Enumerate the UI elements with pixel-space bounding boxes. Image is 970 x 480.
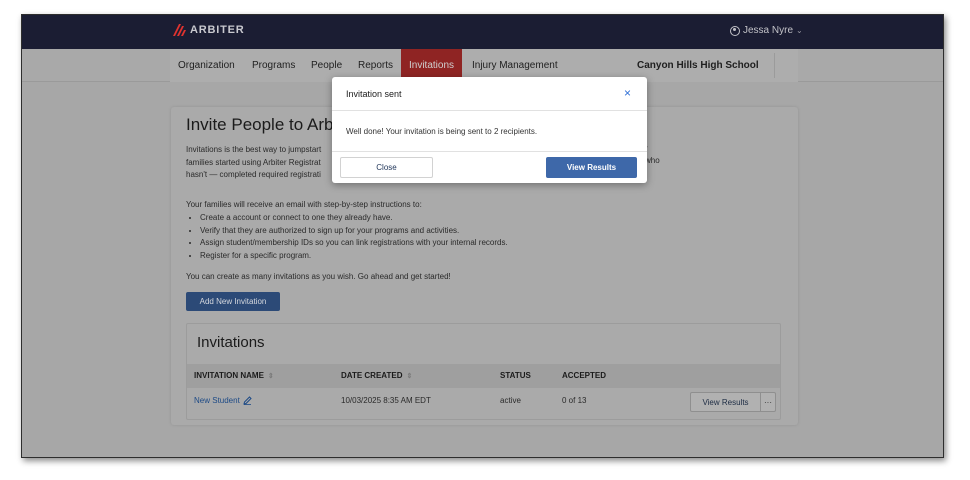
user-icon (730, 25, 740, 36)
nav-item-people[interactable]: People (311, 60, 342, 71)
nav-item-reports[interactable]: Reports (358, 60, 393, 71)
steps-intro: Your families will receive an email with… (186, 200, 422, 209)
column-label: INVITATION NAME (194, 371, 264, 380)
steps-list: Create a account or connect to one they … (200, 212, 508, 262)
close-button[interactable]: Close (340, 157, 433, 178)
edit-pencil-icon[interactable] (243, 396, 252, 405)
nav-item-programs[interactable]: Programs (252, 60, 295, 71)
user-name: Jessa Nyre (743, 25, 794, 36)
arbiter-logo[interactable]: ARBITER (173, 24, 245, 36)
nav-item-injury-management[interactable]: Injury Management (472, 60, 558, 71)
intro-text: Invitations is the best way to jumpstart… (186, 144, 321, 182)
user-menu[interactable]: Jessa Nyre ⌄ (730, 25, 803, 36)
table-row: New Student 10/03/2025 8:35 AM EDT activ… (187, 388, 780, 420)
intro-line: hasn't — completed required registrati (186, 170, 321, 179)
invitations-panel: Invitations INVITATION NAME ⇕ DATE CREAT… (186, 323, 781, 420)
date-created: 10/03/2025 8:35 AM EDT (341, 396, 431, 405)
chevron-down-icon: ⌄ (796, 26, 803, 35)
logo-text: ARBITER (190, 24, 245, 36)
row-actions: View Results ··· (690, 392, 776, 412)
column-label: STATUS (500, 371, 531, 380)
more-options-icon[interactable]: ··· (761, 398, 775, 407)
dialog-message: Well done! Your invitation is being sent… (346, 127, 538, 136)
invitation-name-link[interactable]: New Student (194, 396, 252, 405)
column-date-created[interactable]: DATE CREATED ⇕ (341, 371, 412, 380)
sort-icon[interactable]: ⇕ (406, 372, 412, 380)
column-label: ACCEPTED (562, 371, 607, 380)
divider (332, 151, 647, 152)
column-label: DATE CREATED (341, 371, 403, 380)
school-selector[interactable]: Canyon Hills High School (637, 60, 759, 71)
table-header: INVITATION NAME ⇕ DATE CREATED ⇕ STATUS … (187, 364, 780, 388)
accepted-value: 0 of 13 (562, 396, 587, 405)
divider (332, 110, 647, 111)
invitation-sent-dialog: Invitation sent × Well done! Your invita… (332, 77, 647, 183)
intro-fragment: who (645, 156, 660, 165)
sort-icon[interactable]: ⇕ (268, 372, 274, 380)
add-new-invitation-button[interactable]: Add New Invitation (186, 292, 280, 311)
app-window: ARBITER Jessa Nyre ⌄ Organization Progra… (21, 14, 944, 458)
status-value: active (500, 396, 521, 405)
intro-line: families started using Arbiter Registrat (186, 157, 321, 167)
column-status: STATUS (500, 371, 531, 380)
close-icon[interactable]: × (624, 87, 631, 99)
list-item: Create a account or connect to one they … (200, 212, 508, 225)
page-title: Invite People to Arbiter (186, 115, 336, 134)
list-item: Verify that they are authorized to sign … (200, 225, 508, 238)
list-item: Register for a specific program. (200, 250, 508, 263)
view-results-dialog-button[interactable]: View Results (546, 157, 637, 178)
dialog-title: Invitation sent (346, 89, 402, 99)
encourage-text: You can create as many invitations as yo… (186, 272, 451, 281)
column-accepted: ACCEPTED (562, 371, 606, 380)
invitation-name: New Student (194, 396, 240, 405)
intro-line: Invitations is the best way to jumpstart (186, 145, 322, 154)
view-results-button[interactable]: View Results (691, 393, 761, 411)
nav-divider (774, 53, 775, 78)
top-bar: ARBITER Jessa Nyre ⌄ (22, 15, 943, 49)
nav-item-organization[interactable]: Organization (178, 60, 235, 71)
list-item: Assign student/membership IDs so you can… (200, 237, 508, 250)
arbiter-logo-icon (173, 24, 186, 36)
column-invitation-name[interactable]: INVITATION NAME ⇕ (194, 371, 274, 380)
invitations-title: Invitations (197, 334, 265, 351)
